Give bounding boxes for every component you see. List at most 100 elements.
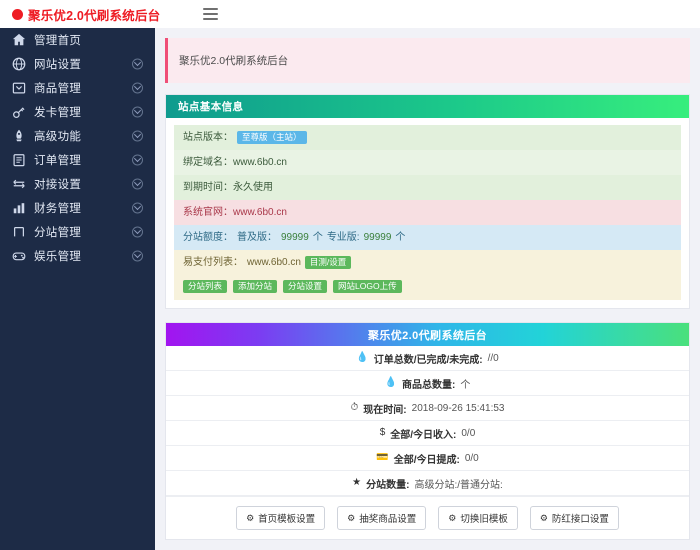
star-icon: ★: [352, 478, 361, 488]
gear-icon: ⚙: [347, 513, 355, 524]
main-content: 聚乐优2.0代刷系统后台 站点基本信息 站点版本： 至尊版（主站） 绑定域名：w…: [155, 28, 700, 550]
hamburger-bar: [203, 13, 218, 15]
key-icon: [11, 104, 27, 120]
chart-bar-icon: [11, 200, 27, 216]
fire-icon: 💧: [356, 353, 368, 363]
sidebar-item-product-management[interactable]: 商品管理: [0, 76, 155, 100]
site-logo-upload-badge[interactable]: 网站LOGO上传: [333, 280, 402, 293]
sidebar-item-home[interactable]: 管理首页: [0, 28, 155, 52]
tool-button-label: 防红接口设置: [552, 511, 609, 525]
panel-title: 站点基本信息: [178, 99, 243, 114]
stat-label: 商品总数量:: [402, 376, 455, 391]
globe-icon: [11, 56, 27, 72]
home-template-settings-button[interactable]: ⚙ 首页模板设置: [236, 506, 325, 530]
site-info-panel: 站点基本信息 站点版本： 至尊版（主站） 绑定域名：www.6b0.cn 到期时…: [165, 94, 690, 309]
substation-action-badges: 分站列表 添加分站 分站设置 网站LOGO上传: [183, 280, 402, 293]
stat-value: 0/0: [465, 453, 479, 464]
fire-icon: 💧: [385, 378, 397, 388]
stat-value: 高级分站:/普通分站:: [414, 476, 502, 491]
quota-basic-value: 99999: [281, 231, 309, 244]
official-site-text: 系统官网：www.6b0.cn: [183, 206, 287, 219]
chevron-down-icon[interactable]: [132, 83, 143, 94]
site-version-badge[interactable]: 至尊版（主站）: [237, 131, 307, 144]
sidebar-item-substation[interactable]: 分站管理: [0, 220, 155, 244]
epay-value: www.6b0.cn: [247, 256, 301, 269]
epay-label: 易支付列表：: [183, 256, 243, 269]
quota-basic-label: 普及版：: [237, 231, 277, 244]
hamburger-bar: [203, 18, 218, 20]
quota-pro-unit: 个: [395, 231, 405, 244]
stat-value: //0: [488, 353, 499, 364]
row-site-version: 站点版本： 至尊版（主站）: [174, 125, 681, 150]
chevron-down-icon[interactable]: [132, 251, 143, 262]
exchange-icon: [11, 176, 27, 192]
stat-label: 全部/今日收入:: [390, 426, 456, 441]
add-substation-badge[interactable]: 添加分站: [233, 280, 277, 293]
stat-row-commission: 💳 全部/今日提成: 0/0: [166, 446, 689, 471]
chevron-down-icon[interactable]: [132, 179, 143, 190]
stat-row-income: $ 全部/今日收入: 0/0: [166, 421, 689, 446]
tool-button-label: 抽奖商品设置: [359, 511, 416, 525]
site-info-panel-body: 站点版本： 至尊版（主站） 绑定域名：www.6b0.cn 到期时间：永久使用 …: [166, 118, 689, 308]
stats-tool-buttons: ⚙ 首页模板设置 ⚙ 抽奖商品设置 ⚙ 切换旧模板 ⚙ 防红接口设置: [166, 496, 689, 539]
sidebar-item-site-settings[interactable]: 网站设置: [0, 52, 155, 76]
top-bar: 聚乐优2.0代刷系统后台: [0, 0, 700, 28]
hamburger-bar: [203, 8, 218, 10]
chevron-down-icon[interactable]: [132, 59, 143, 70]
sidebar-item-order-management[interactable]: 订单管理: [0, 148, 155, 172]
sidebar-label: 商品管理: [34, 80, 81, 96]
chevron-down-icon[interactable]: [132, 107, 143, 118]
substation-list-badge[interactable]: 分站列表: [183, 280, 227, 293]
anti-block-api-settings-button[interactable]: ⚙ 防红接口设置: [530, 506, 619, 530]
gamepad-icon: [11, 248, 27, 264]
chevron-down-icon[interactable]: [132, 131, 143, 142]
quota-pro-value: 99999: [364, 231, 392, 244]
clock-icon: ⏱: [350, 403, 358, 413]
lottery-product-settings-button[interactable]: ⚙ 抽奖商品设置: [337, 506, 426, 530]
sidebar-item-finance[interactable]: 财务管理: [0, 196, 155, 220]
brand-dot-icon: [12, 9, 23, 20]
sidebar-label: 高级功能: [34, 128, 81, 144]
site-info-panel-header: 站点基本信息: [166, 95, 689, 118]
row-bound-domain: 绑定域名：www.6b0.cn: [174, 150, 681, 175]
stat-value: 个: [460, 376, 470, 391]
sidebar-label: 管理首页: [34, 32, 81, 48]
brand-title: 聚乐优2.0代刷系统后台: [28, 5, 160, 24]
stat-label: 分站数量:: [366, 476, 409, 491]
clipboard-icon: [11, 152, 27, 168]
sitemap-icon: [11, 224, 27, 240]
tool-button-label: 首页模板设置: [258, 511, 315, 525]
stat-label: 订单总数/已完成/未完成:: [374, 351, 483, 366]
stats-panel-header: 聚乐优2.0代刷系统后台: [166, 323, 689, 346]
home-icon: [11, 32, 27, 48]
sidebar-item-entertainment[interactable]: 娱乐管理: [0, 244, 155, 268]
stat-label: 全部/今日提成:: [394, 451, 460, 466]
row-substation-quota: 分站额度： 普及版： 99999 个 专业版: 99999 个: [174, 225, 681, 250]
chevron-down-icon[interactable]: [132, 227, 143, 238]
gear-icon: ⚙: [246, 513, 254, 524]
switch-old-template-button[interactable]: ⚙ 切换旧模板: [438, 506, 518, 530]
alert-text: 聚乐优2.0代刷系统后台: [179, 53, 288, 68]
chevron-down-icon[interactable]: [132, 155, 143, 166]
brand-logo[interactable]: 聚乐优2.0代刷系统后台: [0, 5, 155, 24]
quota-basic-unit: 个: [313, 231, 323, 244]
sidebar-item-api-settings[interactable]: 对接设置: [0, 172, 155, 196]
chevron-down-icon[interactable]: [132, 203, 143, 214]
rocket-icon: [11, 128, 27, 144]
gear-icon: ⚙: [540, 513, 548, 524]
stat-value: 0/0: [461, 428, 475, 439]
sidebar-label: 娱乐管理: [34, 248, 81, 264]
substation-settings-badge[interactable]: 分站设置: [283, 280, 327, 293]
row-epay-list: 易支付列表： www.6b0.cn 目测/设置: [174, 250, 681, 275]
sidebar-item-advanced[interactable]: 高级功能: [0, 124, 155, 148]
epay-settings-badge[interactable]: 目测/设置: [305, 256, 351, 269]
site-version-label: 站点版本：: [183, 131, 233, 144]
stats-panel-title: 聚乐优2.0代刷系统后台: [368, 327, 487, 343]
tool-button-label: 切换旧模板: [460, 511, 508, 525]
stat-row-substation-count: ★ 分站数量: 高级分站:/普通分站:: [166, 471, 689, 496]
gear-icon: ⚙: [448, 513, 456, 524]
sidebar-label: 发卡管理: [34, 104, 81, 120]
dollar-icon: $: [380, 428, 386, 438]
sidebar-item-card-management[interactable]: 发卡管理: [0, 100, 155, 124]
hamburger-icon[interactable]: [203, 8, 218, 20]
